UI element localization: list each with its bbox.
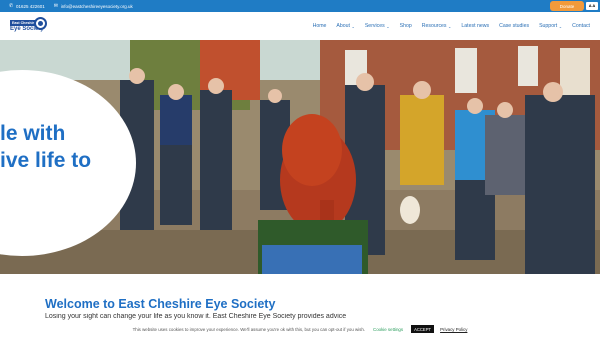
nav-label: Resources <box>421 23 447 29</box>
main-nav: Home About ⌄ Services ⌄ Shop Resources ⌄ La… <box>303 12 590 40</box>
eye-icon <box>34 17 47 30</box>
chevron-down-icon: ⌄ <box>448 23 452 29</box>
nav-label: Contact <box>572 23 590 29</box>
chevron-down-icon: ⌄ <box>351 23 355 29</box>
logo-line-2: Eye Society <box>10 26 44 32</box>
phone-icon: ✆ <box>9 2 14 9</box>
nav-label: Services <box>364 23 385 29</box>
phone-link[interactable]: ✆ 01625 422601 <box>9 2 45 9</box>
chevron-down-icon: ⌄ <box>386 23 390 29</box>
email-address: info@eastcheshireeyesociety.org.uk <box>60 3 133 9</box>
hero-heading-line-1: le with <box>0 122 66 145</box>
cookie-accept-button[interactable]: ACCEPT <box>411 325 435 333</box>
nav-label: About <box>336 23 350 29</box>
cookie-settings-link[interactable]: Cookie settings <box>373 327 403 332</box>
cookie-text: This website uses cookies to improve you… <box>132 326 366 332</box>
accessibility-toggle[interactable]: A A <box>586 2 598 10</box>
top-bar: ✆ 01625 422601 ✉ info@eastcheshireeyesoc… <box>0 0 600 12</box>
email-link[interactable]: ✉ info@eastcheshireeyesociety.org.uk <box>53 2 133 9</box>
nav-label: Support <box>539 23 558 29</box>
nav-item-shop[interactable]: Shop <box>400 23 412 29</box>
nav-item-home[interactable]: Home <box>313 23 327 29</box>
nav-item-about[interactable]: About ⌄ <box>336 23 354 29</box>
nav-item-contact[interactable]: Contact <box>572 23 590 29</box>
chevron-down-icon: ⌄ <box>558 23 563 29</box>
nav-label: Latest news <box>461 23 490 29</box>
nav-item-services[interactable]: Services ⌄ <box>365 23 390 29</box>
nav-label: Home <box>312 23 327 29</box>
nav-item-resources[interactable]: Resources ⌄ <box>422 23 452 29</box>
cookie-banner: This website uses cookies to improve you… <box>0 320 600 338</box>
nav-item-case-studies[interactable]: Case studies <box>499 23 529 29</box>
privacy-policy-link[interactable]: Privacy Policy <box>440 327 467 332</box>
phone-number: 01625 422601 <box>16 3 45 9</box>
hero-heading-line-2: ive life to <box>0 149 92 172</box>
nav-item-latest-news[interactable]: Latest news <box>461 23 489 29</box>
nav-label: Shop <box>399 23 412 29</box>
donate-button[interactable]: Donate <box>550 1 584 11</box>
email-icon: ✉ <box>53 2 58 9</box>
hero-heading: le with ive life to <box>0 120 91 174</box>
hero-banner: le with ive life to <box>0 40 600 274</box>
site-logo[interactable]: East Cheshire Eye Society <box>10 17 47 35</box>
welcome-title: Welcome to East Cheshire Eye Society <box>45 297 276 311</box>
nav-label: Case studies <box>499 23 530 29</box>
site-header: East Cheshire Eye Society Home About ⌄ Se… <box>0 12 600 40</box>
nav-item-support[interactable]: Support ⌄ <box>539 23 562 29</box>
